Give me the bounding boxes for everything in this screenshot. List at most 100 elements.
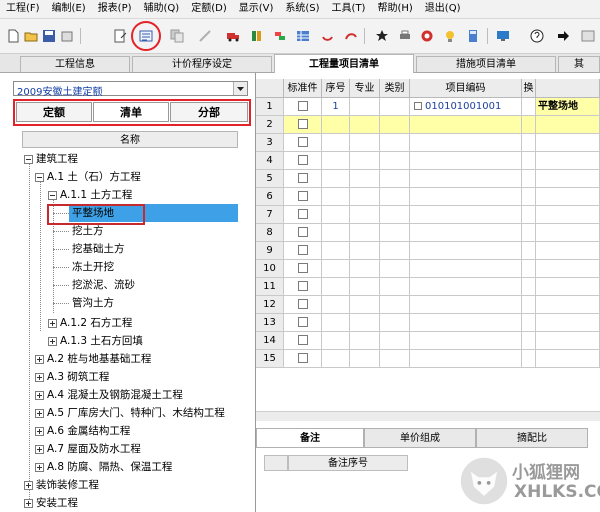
redo-icon[interactable] xyxy=(344,29,358,43)
grid-cell[interactable] xyxy=(380,296,410,314)
grid-cell[interactable] xyxy=(350,170,380,188)
grid-cell[interactable] xyxy=(536,296,600,314)
checkbox[interactable] xyxy=(297,245,308,255)
grid-cell[interactable] xyxy=(380,242,410,260)
tree-node-a12[interactable]: A.1.2 石方工程 xyxy=(48,314,132,332)
grid-cell[interactable] xyxy=(350,332,380,350)
menu-tools[interactable]: 工具(T) xyxy=(326,0,372,18)
col-header-code[interactable]: 项目编码 xyxy=(410,79,522,98)
expand-icon[interactable] xyxy=(35,426,44,436)
grid-cell[interactable] xyxy=(350,242,380,260)
expand-icon[interactable] xyxy=(35,444,44,454)
tree-node-a11[interactable]: A.1.1 土方工程 xyxy=(48,186,132,204)
tree-node-building[interactable]: 建筑工程 xyxy=(24,150,78,168)
tree-leaf-site-leveling[interactable]: 平整场地 xyxy=(72,204,114,222)
grid-cell[interactable] xyxy=(380,260,410,278)
bulb-icon[interactable] xyxy=(443,29,457,43)
save-icon[interactable] xyxy=(42,29,56,43)
grid-cell[interactable] xyxy=(522,152,536,170)
tree-node-a6[interactable]: A.6 金属结构工程 xyxy=(35,422,130,440)
grid-cell[interactable] xyxy=(522,296,536,314)
star-icon[interactable] xyxy=(375,29,389,43)
standard-checkbox-cell[interactable] xyxy=(284,152,322,170)
grid-cell[interactable] xyxy=(522,170,536,188)
subtab-division[interactable]: 分部 xyxy=(170,102,248,122)
menu-assist[interactable]: 辅助(Q) xyxy=(138,0,186,18)
menu-project[interactable]: 工程(F) xyxy=(0,0,46,18)
cell-seq[interactable]: 1 xyxy=(322,98,350,116)
grid-cell[interactable] xyxy=(410,224,522,242)
grid-cell[interactable] xyxy=(410,260,522,278)
open-folder-icon[interactable] xyxy=(24,29,38,43)
subtab-bill[interactable]: 清单 xyxy=(93,102,169,122)
grid-cell[interactable] xyxy=(322,116,350,134)
grid-cell[interactable] xyxy=(380,206,410,224)
checkbox[interactable] xyxy=(297,335,308,345)
collapse-icon[interactable] xyxy=(48,190,57,200)
new-file-icon[interactable] xyxy=(6,29,20,43)
grid-cell[interactable] xyxy=(536,278,600,296)
grid-cell[interactable] xyxy=(322,170,350,188)
grid-cell[interactable] xyxy=(322,224,350,242)
grid-cell[interactable] xyxy=(536,314,600,332)
tree-node-a7[interactable]: A.7 屋面及防水工程 xyxy=(35,440,141,458)
tab-measures-list[interactable]: 措施项目清单 xyxy=(416,56,556,72)
collapse-icon[interactable] xyxy=(414,102,422,110)
grid-cell[interactable] xyxy=(410,278,522,296)
grid-cell[interactable] xyxy=(322,188,350,206)
cell-name[interactable]: 平整场地 xyxy=(536,98,600,116)
expand-icon[interactable] xyxy=(35,408,44,418)
tab-unit-price[interactable]: 单价组成 xyxy=(364,428,476,448)
grid-cell[interactable] xyxy=(322,314,350,332)
merge-icon[interactable] xyxy=(273,29,287,43)
tree-node-a3[interactable]: A.3 砌筑工程 xyxy=(35,368,109,386)
grid-cell[interactable] xyxy=(322,332,350,350)
standard-checkbox-cell[interactable] xyxy=(284,134,322,152)
grid-cell[interactable] xyxy=(322,260,350,278)
undo-icon[interactable] xyxy=(320,29,334,43)
grid-cell[interactable] xyxy=(380,98,410,116)
grid-cell[interactable] xyxy=(410,206,522,224)
horizontal-scrollbar[interactable] xyxy=(256,411,600,421)
delete-row-icon[interactable] xyxy=(198,29,212,43)
tree-node-a1[interactable]: A.1 土（石）方工程 xyxy=(35,168,141,186)
grid-cell[interactable] xyxy=(322,296,350,314)
standard-checkbox-cell[interactable] xyxy=(284,170,322,188)
standard-checkbox-cell[interactable] xyxy=(284,242,322,260)
grid-cell[interactable] xyxy=(536,206,600,224)
calculator-icon[interactable] xyxy=(466,29,480,43)
grid-cell[interactable] xyxy=(536,188,600,206)
grid-cell[interactable] xyxy=(350,296,380,314)
tree-node-a13[interactable]: A.1.3 土石方回填 xyxy=(48,332,143,350)
menu-edit[interactable]: 编制(E) xyxy=(46,0,92,18)
standard-checkbox-cell[interactable] xyxy=(284,116,322,134)
print-icon[interactable] xyxy=(398,29,412,43)
grid-cell[interactable] xyxy=(410,314,522,332)
grid-cell[interactable] xyxy=(536,224,600,242)
checkbox[interactable] xyxy=(297,317,308,327)
cell-code[interactable]: 010101001001 xyxy=(410,98,522,116)
grid-cell[interactable] xyxy=(380,314,410,332)
grid-cell[interactable] xyxy=(536,260,600,278)
menu-view[interactable]: 显示(V) xyxy=(233,0,280,18)
checkbox[interactable] xyxy=(297,101,308,111)
grid-cell[interactable] xyxy=(380,134,410,152)
col-header-category[interactable]: 类别 xyxy=(380,79,410,98)
more-icon[interactable] xyxy=(581,29,595,43)
grid-cell[interactable] xyxy=(350,188,380,206)
standard-checkbox-cell[interactable] xyxy=(284,206,322,224)
tab-mix-ratio[interactable]: 摘配比 xyxy=(476,428,588,448)
grid-cell[interactable] xyxy=(380,170,410,188)
lifebuoy-icon[interactable] xyxy=(420,29,434,43)
grid-cell[interactable] xyxy=(322,350,350,368)
chevron-down-icon[interactable] xyxy=(233,82,247,95)
checkbox[interactable] xyxy=(297,209,308,219)
expand-icon[interactable] xyxy=(24,480,33,490)
grid-cell[interactable] xyxy=(322,278,350,296)
tab-other[interactable]: 其 xyxy=(558,56,600,72)
checkbox[interactable] xyxy=(297,155,308,165)
checkbox[interactable] xyxy=(297,263,308,273)
grid-cell[interactable] xyxy=(380,188,410,206)
grid-icon[interactable] xyxy=(296,29,310,43)
tree-leaf-frozen-soil[interactable]: 冻土开挖 xyxy=(72,258,114,276)
